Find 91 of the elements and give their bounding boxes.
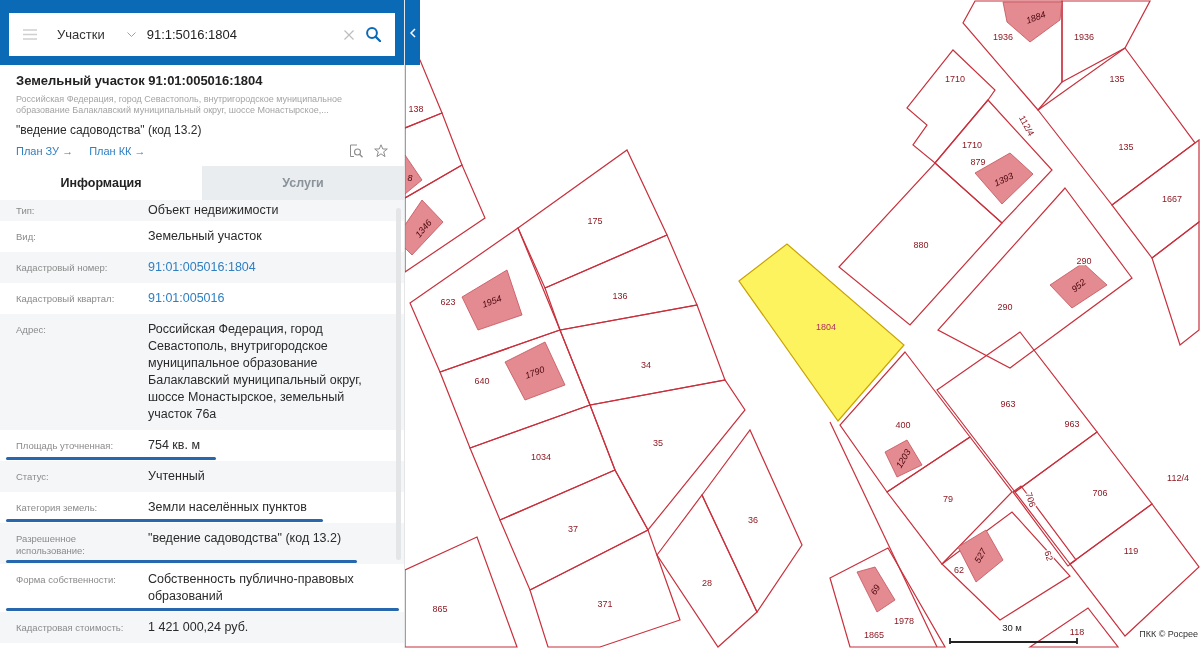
building-number: 1790	[523, 364, 546, 381]
road-label: 112/4	[1017, 113, 1037, 138]
parcel-number: 1710	[962, 140, 982, 151]
field-value: Российская Федерация, город Севастополь, внутригородское муниципальное образование Балаклавский муниципальный округ, шоссе Монастырское, земельный участок 76а	[148, 321, 363, 423]
parcel-number: 37	[568, 524, 578, 535]
map-attribution: ПКК © Росрее	[1139, 629, 1198, 639]
building-number: 69	[868, 582, 883, 597]
parcel-number: 119	[1123, 546, 1139, 557]
parcel-number: 135	[1109, 74, 1125, 85]
parcel-number: 290	[1076, 256, 1092, 267]
document-search-icon[interactable]	[349, 144, 363, 158]
parcel-number: 706	[1092, 488, 1108, 499]
cadastral-link[interactable]: 91:01:005016	[148, 290, 225, 307]
parcel-number: 290	[997, 302, 1013, 313]
road-label: 112/4	[1167, 473, 1189, 484]
parcel-number: 136	[612, 291, 628, 302]
building-number: 952	[1069, 276, 1088, 295]
scale-label: 30 м	[1002, 622, 1022, 633]
parcel-number: 1667	[1162, 194, 1182, 205]
parcel-number: 371	[597, 599, 613, 610]
scrollbar-thumb[interactable]	[396, 208, 401, 560]
tab[interactable]: Услуги	[202, 166, 404, 200]
parcel-number: 1804	[816, 322, 836, 333]
field-label: Статус:	[16, 471, 50, 483]
parcel-number: 138	[408, 104, 424, 115]
object-title: Земельный участок 91:01:005016:1804	[16, 73, 264, 89]
search-field[interactable]: 91:1:5016:1804	[146, 24, 336, 45]
parcel-number: 963	[1000, 399, 1016, 410]
parcel-number: 1710	[945, 74, 965, 85]
field-value: Собственность публично-правовых образований	[148, 571, 355, 605]
parcel-number: 1936	[1074, 32, 1094, 43]
building-footprint	[504, 341, 566, 401]
parcel-number: 865	[432, 604, 448, 615]
parcel-number: 36	[748, 515, 758, 526]
field-label: Разрешенное использование:	[16, 533, 86, 557]
field-value: Учтенный	[148, 468, 205, 485]
parcel-number: 706	[1023, 491, 1038, 509]
field-value: Земли населённых пунктов	[148, 499, 307, 516]
category-dropdown[interactable]: Участки	[57, 27, 136, 42]
building-footprint	[856, 566, 896, 613]
parcel-number: 79	[943, 494, 953, 505]
field-label: Площадь уточненная:	[16, 440, 115, 452]
building-footprint	[461, 269, 523, 331]
parcel-number: 623	[440, 297, 456, 308]
object-address: Российская Федерация, город Севастополь, внутригородское муниципальное образование Балаклавский муниципальный округ, шоссе Монастырское,...	[16, 94, 344, 116]
parcel-number: 1936	[993, 32, 1013, 43]
field-label: Вид:	[16, 231, 37, 243]
cadastral-link[interactable]: 91:01:005016:1804	[148, 259, 256, 276]
building-footprint	[1049, 262, 1108, 309]
parcel-number: 62	[1042, 549, 1055, 563]
field-label: Категория земель:	[16, 502, 99, 514]
field-value: Объект недвижимости	[148, 202, 279, 219]
parcel-number: 640	[474, 376, 490, 387]
field-label: Тип:	[16, 205, 36, 217]
building-number: 8	[407, 173, 413, 184]
building-number: 1884	[1024, 9, 1047, 26]
building-number: 1393	[992, 170, 1015, 189]
field-label: Форма собственности:	[16, 574, 117, 586]
parcel-number: 879	[970, 157, 986, 168]
search-icon[interactable]	[366, 27, 381, 42]
field-value: Земельный участок	[148, 228, 262, 245]
parcel-number: 175	[587, 216, 603, 227]
parcel-number: 963	[1064, 419, 1080, 430]
chevron-left-icon	[409, 27, 416, 38]
plan-link[interactable]: План ЗУ →	[16, 145, 74, 157]
parcel-number: 62	[954, 565, 964, 576]
object-usage: "ведение садоводства" (код 13.2)	[16, 122, 203, 138]
parcel-number: 1865	[864, 630, 884, 641]
field-value: 1 421 000,24 руб.	[148, 619, 249, 636]
parcel-number: 1034	[531, 452, 551, 463]
building-footprint	[884, 439, 923, 478]
parcel-number: 135	[1118, 142, 1134, 153]
field-value: 754 кв. м	[148, 437, 200, 454]
parcel-outline[interactable]	[1028, 607, 1120, 648]
parcel-number: 28	[702, 578, 712, 589]
field-label: Кадастровый номер:	[16, 262, 109, 274]
plan-link[interactable]: План КК →	[89, 145, 146, 157]
parcel-number: 34	[641, 360, 651, 371]
field-label: Кадастровая стоимость:	[16, 622, 125, 634]
field-label: Адрес:	[16, 324, 47, 336]
star-icon[interactable]	[374, 144, 388, 158]
parcel-number: 880	[913, 240, 929, 251]
field-value: "ведение садоводства" (код 13.2)	[148, 530, 342, 547]
parcel-number: 35	[653, 438, 663, 449]
parcel-number: 118	[1069, 627, 1085, 638]
building-number: 1954	[480, 293, 503, 310]
chevron-down-icon	[126, 32, 136, 37]
parcel-number: 1978	[894, 616, 914, 627]
field-label: Кадастровый квартал:	[16, 293, 116, 305]
parcel-number: 400	[895, 420, 911, 431]
collapse-button[interactable]	[405, 0, 420, 65]
